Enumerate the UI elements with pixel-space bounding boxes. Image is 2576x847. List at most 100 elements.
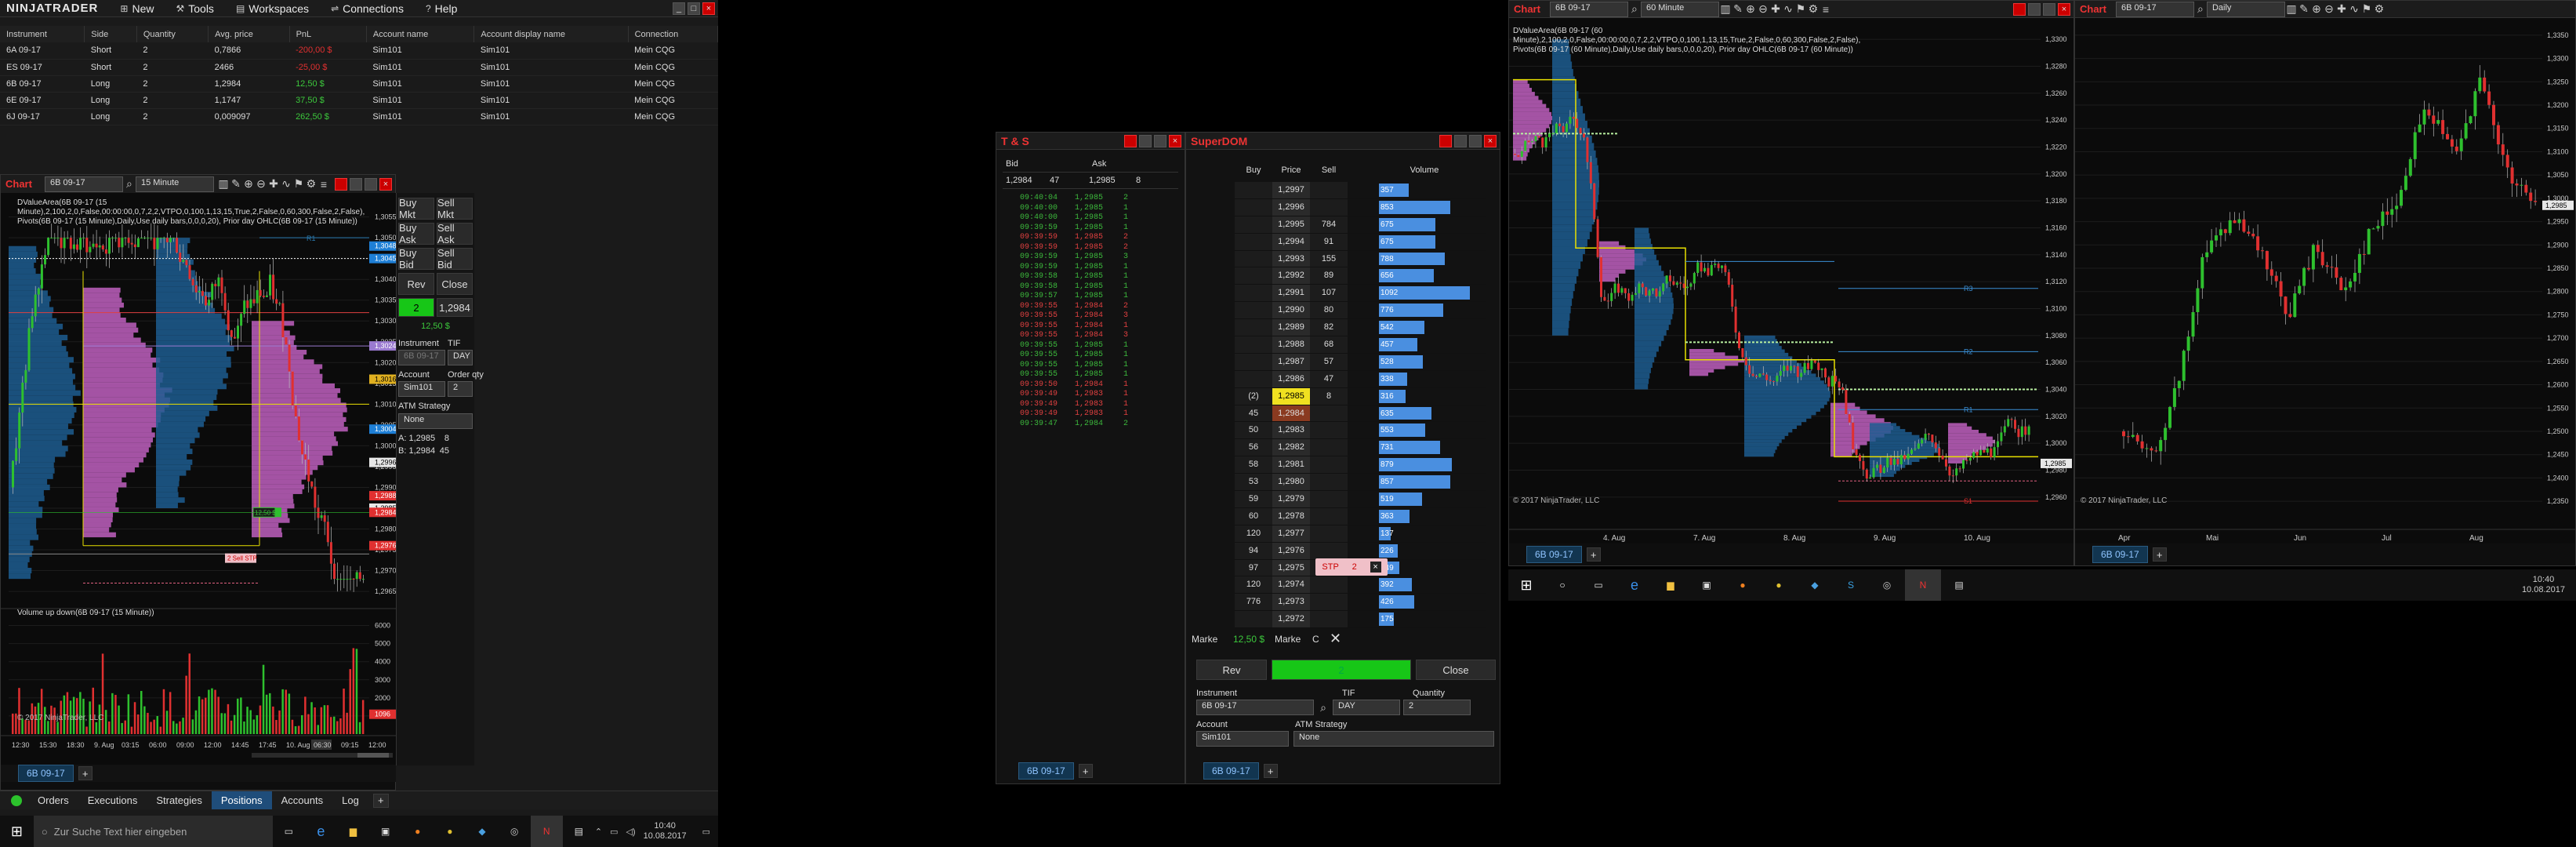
strategies-icon[interactable]: ⚑ [292, 177, 305, 191]
dom-sell-cell[interactable] [1310, 422, 1348, 439]
menu-workspaces[interactable]: ▤ Workspaces [225, 0, 320, 16]
dom-price-cell[interactable]: 1,2981 [1272, 456, 1310, 474]
right-chrome-icon[interactable]: ● [1761, 580, 1797, 591]
task-view-icon[interactable]: ▭ [273, 826, 305, 837]
chart2-crosshair-icon[interactable]: ✚ [1769, 2, 1782, 16]
chart-trader-instrument[interactable]: 6B 09-17 [398, 350, 445, 365]
dom-price-cell[interactable]: 1,2990 [1272, 302, 1310, 319]
sell-bid-button[interactable]: Sell Bid [437, 247, 473, 271]
dom-close-button[interactable]: Close [1416, 660, 1496, 680]
dom-sell-cell[interactable] [1310, 182, 1348, 198]
right-edge-icon[interactable]: e [1616, 577, 1653, 594]
chart2-close-button[interactable]: × [2058, 2, 2070, 16]
ts-add-tab-button[interactable]: + [1078, 764, 1093, 778]
dom-price-cell[interactable]: 1,2974 [1272, 576, 1310, 594]
dom-sell-cell[interactable]: 107 [1310, 285, 1348, 302]
dom-sell-cell[interactable] [1310, 456, 1348, 474]
dom-price-cell[interactable]: 1,2979 [1272, 491, 1310, 507]
table-row[interactable]: 6E 09-17 Long 2 1,1747 37,50 $ Sim101 Sim101 Me… [0, 92, 718, 109]
table-row[interactable]: ES 09-17 Short 2 2466 -25,00 $ Sim101 Sim101 Me… [0, 59, 718, 76]
dom-sell-cell[interactable]: 68 [1310, 336, 1348, 353]
dom-buy-cell[interactable]: 58 [1235, 456, 1272, 474]
store-icon[interactable]: ▣ [369, 826, 401, 837]
chart3-props-icon[interactable]: ⚙ [2373, 2, 2386, 16]
column-header[interactable]: Quantity [136, 26, 209, 42]
dom-buy-cell[interactable] [1235, 370, 1272, 387]
dom-price-cell[interactable]: 1,2986 [1272, 370, 1310, 387]
right-firefox-icon[interactable]: ● [1725, 580, 1761, 591]
dom-row[interactable]: 1,2995 784 675 [1235, 216, 1486, 234]
dom-row[interactable]: (2) 1,2985 8 316 [1235, 387, 1486, 405]
dom-price-cell[interactable]: 1,2988 [1272, 336, 1310, 353]
right-start-icon[interactable]: ⊞ [1508, 577, 1544, 594]
right-cortana-icon[interactable]: ○ [1544, 580, 1580, 591]
sell-market-button[interactable]: Sell Mkt [437, 197, 473, 220]
chart3-interval-select[interactable]: Daily [2206, 1, 2285, 17]
network-icon[interactable]: ▭ [610, 827, 618, 837]
buy-ask-button[interactable]: Buy Ask [398, 222, 434, 245]
chart1-close-button[interactable]: × [379, 177, 392, 191]
dom-price-cell[interactable]: 1,2982 [1272, 439, 1310, 456]
dom-price-cell[interactable]: 1,2980 [1272, 474, 1310, 491]
dom-price-cell[interactable]: 1,2997 [1272, 182, 1310, 198]
right-misc-icon[interactable]: ◎ [1869, 580, 1905, 591]
dom-atm-select[interactable]: None [1293, 731, 1494, 747]
right-app-icon[interactable]: ◆ [1797, 580, 1833, 591]
dom-sell-cell[interactable]: 47 [1310, 370, 1348, 387]
dom-buy-cell[interactable] [1235, 198, 1272, 216]
dom-row[interactable]: 1,2988 68 457 [1235, 336, 1486, 354]
volume-icon[interactable]: ◁) [626, 827, 635, 837]
ts-close-button[interactable]: × [1169, 134, 1181, 147]
chart2-max-button[interactable] [2043, 2, 2055, 16]
indicators-icon[interactable]: ∿ [280, 177, 292, 191]
tray-up-icon[interactable]: ⌃ [595, 827, 602, 837]
right-clapper-icon[interactable]: ▤ [1941, 580, 1977, 591]
dom-sell-cell[interactable] [1310, 198, 1348, 216]
dom-buy-cell[interactable] [1235, 611, 1272, 628]
dom-row[interactable]: 1,2993 155 788 [1235, 250, 1486, 268]
dom-market-buy[interactable]: Marke [1192, 634, 1223, 645]
dom-sell-cell[interactable] [1310, 507, 1348, 525]
dom-sell-cell[interactable] [1310, 611, 1348, 628]
dom-account-select[interactable]: Sim101 [1196, 731, 1289, 747]
buy-market-button[interactable]: Buy Mkt [398, 197, 434, 220]
dom-row[interactable]: 1,2972 175 [1235, 611, 1486, 629]
close-button[interactable]: × [702, 2, 715, 15]
dom-row[interactable]: 1,2991 107 1092 [1235, 285, 1486, 303]
skype-icon[interactable]: ◎ [499, 826, 531, 837]
dom-row[interactable]: 94 1,2976 226 [1235, 542, 1486, 560]
search-icon[interactable]: ⌕ [123, 177, 136, 191]
dom-price-cell[interactable]: 1,2994 [1272, 233, 1310, 250]
column-header[interactable]: Side [84, 26, 137, 42]
dom-buy-cell[interactable]: 120 [1235, 576, 1272, 594]
dom-sell-cell[interactable] [1310, 542, 1348, 559]
control-tab-strategies[interactable]: Strategies [147, 791, 212, 809]
chart2-indicator-icon[interactable]: ∿ [1782, 2, 1794, 16]
ts-link-button[interactable] [1124, 134, 1137, 147]
notifications-icon[interactable]: ▭ [695, 827, 718, 837]
dom-link-button[interactable] [1439, 134, 1452, 147]
dom-sell-cell[interactable]: 89 [1310, 267, 1348, 285]
reverse-button[interactable]: Rev [398, 273, 434, 295]
dom-row[interactable]: 53 1,2980 857 [1235, 474, 1486, 492]
dom-buy-cell[interactable]: 120 [1235, 525, 1272, 542]
dom-buy-cell[interactable]: 56 [1235, 439, 1272, 456]
clapper-icon[interactable]: ▤ [563, 826, 595, 837]
chart3-indicator-icon[interactable]: ∿ [2348, 2, 2360, 16]
chart1-link-button[interactable] [335, 177, 347, 191]
chart2-min-button[interactable] [2028, 2, 2041, 16]
chart3-instrument-select[interactable]: 6B 09-17 [2115, 1, 2194, 17]
dom-maximize-button[interactable] [1469, 134, 1482, 147]
chart2-bar-icon[interactable]: ▥ [1719, 2, 1732, 16]
dom-sell-cell[interactable]: 57 [1310, 353, 1348, 370]
dom-sell-cell[interactable] [1310, 576, 1348, 594]
dom-buy-cell[interactable] [1235, 233, 1272, 250]
explorer-icon[interactable]: ▆ [337, 826, 369, 837]
ts-tab[interactable]: 6B 09-17 [1018, 762, 1074, 780]
list-icon[interactable]: ≡ [317, 178, 330, 191]
chart2-zoom-out-icon[interactable]: ⊖ [1757, 2, 1769, 16]
chart2-tab[interactable]: 6B 09-17 [1526, 546, 1582, 563]
dom-buy-cell[interactable] [1235, 267, 1272, 285]
app-icon[interactable]: ◆ [466, 826, 498, 837]
dom-price-cell[interactable]: 1,2995 [1272, 216, 1310, 233]
